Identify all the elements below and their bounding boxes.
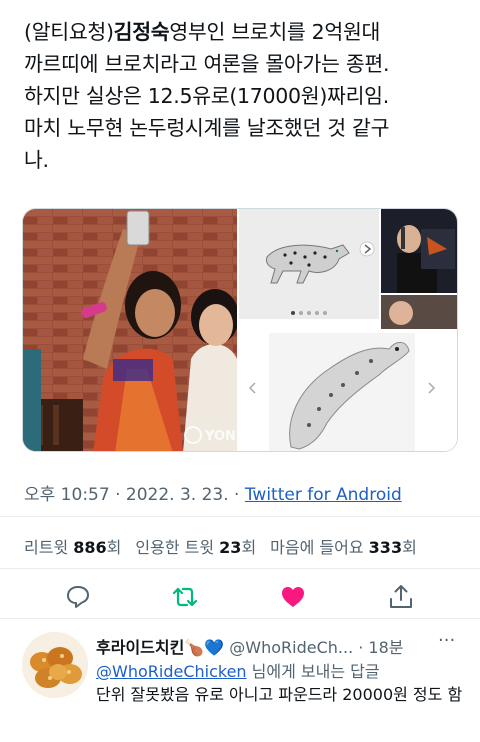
avatar[interactable] [22,632,88,698]
author-emoji: 🍗💙 [184,638,225,657]
quote-count[interactable]: 인용한 트윗 23회 [135,538,256,557]
brooch-collage-illustration [239,209,457,451]
like-icon[interactable] [278,582,308,612]
retweet-count[interactable]: 리트윗 886회 [24,538,121,557]
tweet-line-5: 나. [24,148,49,172]
replying-to: @WhoRideChicken 님에게 보내는 답글 [96,662,380,681]
divider [0,516,480,517]
highlight-name: 김정숙 [113,20,170,44]
selfie-photo[interactable]: YON [23,209,237,451]
selfie-photo-illustration: YON [23,209,237,451]
reply-author-handle[interactable]: @WhoRideCh... [229,638,353,657]
tweet-date: 2022. 3. 23. [125,485,229,505]
tweet-line-2: 까르띠에 브로치라고 여론을 몰아가는 종편. [24,52,390,76]
media-grid: YON [22,208,458,452]
like-count[interactable]: 마음에 들어요 333회 [270,538,417,557]
share-icon[interactable] [386,582,416,612]
tweet-time: 오후 10:57 [24,485,110,505]
action-bar [0,574,480,618]
tweet-stats: 리트윗 886회 인용한 트윗 23회 마음에 들어요 333회 [24,534,417,558]
reply-author-name[interactable]: 후라이드치킨 [96,638,184,657]
reply-time: · 18분 [353,638,404,657]
more-options-icon[interactable]: ··· [438,630,455,651]
reply-mention-link[interactable]: @WhoRideChicken [96,662,247,681]
tweet-line-1: (알티요청)김정숙영부인 브로치를 2억원대 [24,20,381,44]
tweet-line-4: 마치 노무현 논두렁시계를 날조했던 것 같구 [24,116,390,140]
tweet-source-link[interactable]: Twitter for Android [245,485,402,505]
divider [0,568,480,569]
reply-header: 후라이드치킨🍗💙 @WhoRideCh... · 18분 [96,634,404,658]
tweet-text: (알티요청)김정숙영부인 브로치를 2억원대 까르띠에 브로치라고 여론을 몰아… [24,16,464,176]
tweet-line-3: 하지만 실상은 12.5유로(17000원)짜리임. [24,84,389,108]
yonhap-watermark: YON [204,429,236,444]
reply-tweet[interactable]: 후라이드치킨🍗💙 @WhoRideCh... · 18분 ··· @WhoRid… [0,618,480,742]
reply-icon[interactable] [63,582,93,612]
tweet-meta: 오후 10:57 · 2022. 3. 23. · Twitter for An… [24,485,402,505]
reply-text: 단위 잘못봤음 유로 아니고 파운드라 20000원 정도 함 [96,685,463,704]
brooch-collage[interactable] [239,209,457,451]
retweet-icon[interactable] [170,582,200,612]
fried-chicken-avatar [22,632,88,698]
